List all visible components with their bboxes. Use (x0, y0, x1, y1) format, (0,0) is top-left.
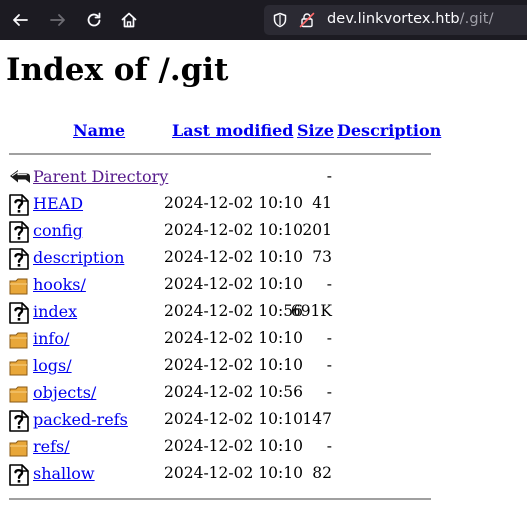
header-divider (9, 153, 431, 155)
entry-name-link[interactable]: config (33, 221, 83, 240)
entry-name-link[interactable]: hooks/ (33, 275, 86, 294)
entry-size: - (326, 329, 332, 347)
folder-icon (9, 437, 29, 459)
entry-last-modified: 2024-12-02 10:10 (164, 275, 303, 293)
sort-by-size-link[interactable]: Size (297, 121, 334, 140)
table-row: config 2024-12-02 10:10 201 (0, 219, 527, 246)
entry-name-link[interactable]: HEAD (33, 194, 83, 213)
column-header-description[interactable]: Description (337, 121, 441, 140)
entry-size: - (326, 437, 332, 455)
table-row: HEAD 2024-12-02 10:10 41 (0, 192, 527, 219)
table-row: packed-refs 2024-12-02 10:10 147 (0, 408, 527, 435)
sort-by-name-link[interactable]: Name (73, 121, 125, 140)
insecure-lock-icon[interactable] (299, 12, 315, 28)
entry-size: 82 (312, 464, 332, 482)
parent-directory-link[interactable]: Parent Directory (33, 167, 168, 186)
back-arrow-icon (13, 14, 28, 26)
entry-size: - (326, 356, 332, 374)
entry-last-modified: 2024-12-02 10:10 (164, 248, 303, 266)
forward-button[interactable] (46, 8, 70, 32)
table-row: Parent Directory - (0, 165, 527, 192)
sort-by-last-modified-link[interactable]: Last modified (172, 121, 293, 140)
entry-last-modified: 2024-12-02 10:10 (164, 221, 303, 239)
entry-last-modified: 2024-12-02 10:10 (164, 464, 303, 482)
entry-last-modified: 2024-12-02 10:10 (164, 437, 303, 455)
table-row: index 2024-12-02 10:56 691K (0, 300, 527, 327)
folder-icon (9, 275, 29, 297)
folder-icon (9, 329, 29, 351)
entry-size: - (326, 167, 332, 185)
entry-name-link[interactable]: objects/ (33, 383, 96, 402)
browser-toolbar: dev.linkvortex.htb/.git/ (0, 0, 527, 40)
column-header-size[interactable]: Size (297, 121, 334, 140)
entry-last-modified: 2024-12-02 10:10 (164, 329, 303, 347)
url-bar[interactable]: dev.linkvortex.htb/.git/ (264, 5, 527, 35)
entry-name-link[interactable]: description (33, 248, 124, 267)
entry-size: - (326, 383, 332, 401)
table-row: hooks/2024-12-02 10:10 - (0, 273, 527, 300)
entry-last-modified: 2024-12-02 10:10 (164, 356, 303, 374)
entry-name-link[interactable]: shallow (33, 464, 95, 483)
page-title: Index of /.git (6, 52, 229, 88)
footer-divider (9, 498, 431, 500)
unknown-file-icon (9, 410, 29, 432)
table-row: description 2024-12-02 10:10 73 (0, 246, 527, 273)
home-icon (121, 12, 137, 28)
entry-name-link[interactable]: index (33, 302, 77, 321)
entry-last-modified: 2024-12-02 10:10 (164, 410, 303, 428)
entry-size: 41 (312, 194, 332, 212)
entry-size: - (326, 275, 332, 293)
entry-size: 201 (302, 221, 332, 239)
url-path: /.git/ (459, 11, 494, 27)
sort-by-description-link[interactable]: Description (337, 121, 441, 140)
entry-name-link[interactable]: refs/ (33, 437, 70, 456)
table-row: objects/2024-12-02 10:56 - (0, 381, 527, 408)
unknown-file-icon (9, 464, 29, 486)
back-button[interactable] (8, 8, 32, 32)
forward-arrow-icon (50, 14, 65, 26)
table-row: logs/2024-12-02 10:10 - (0, 354, 527, 381)
entry-last-modified: 2024-12-02 10:56 (164, 383, 303, 401)
unknown-file-icon (9, 194, 29, 216)
reload-button[interactable] (82, 8, 106, 32)
unknown-file-icon (9, 221, 29, 243)
url-host: dev.linkvortex.htb (327, 11, 460, 27)
reload-icon (87, 12, 101, 27)
url-text[interactable]: dev.linkvortex.htb/.git/ (327, 11, 494, 27)
tracking-protection-shield-icon[interactable] (272, 12, 288, 28)
folder-icon (9, 383, 29, 405)
back-icon (9, 167, 30, 189)
entry-size: 73 (312, 248, 332, 266)
entry-size: 147 (302, 410, 332, 428)
table-row: refs/2024-12-02 10:10 - (0, 435, 527, 462)
column-header-last-modified[interactable]: Last modified (172, 121, 293, 140)
folder-icon (9, 356, 29, 378)
home-button[interactable] (117, 8, 141, 32)
column-header-name[interactable]: Name (73, 121, 125, 140)
entry-last-modified: 2024-12-02 10:10 (164, 194, 303, 212)
entry-name-link[interactable]: packed-refs (33, 410, 128, 429)
entry-size: 691K (290, 302, 332, 320)
table-row: shallow 2024-12-02 10:10 82 (0, 462, 527, 489)
entry-last-modified: 2024-12-02 10:56 (164, 302, 303, 320)
unknown-file-icon (9, 302, 29, 324)
entry-name-link[interactable]: logs/ (33, 356, 72, 375)
entry-name-link[interactable]: info/ (33, 329, 69, 348)
unknown-file-icon (9, 248, 29, 270)
table-row: info/2024-12-02 10:10 - (0, 327, 527, 354)
